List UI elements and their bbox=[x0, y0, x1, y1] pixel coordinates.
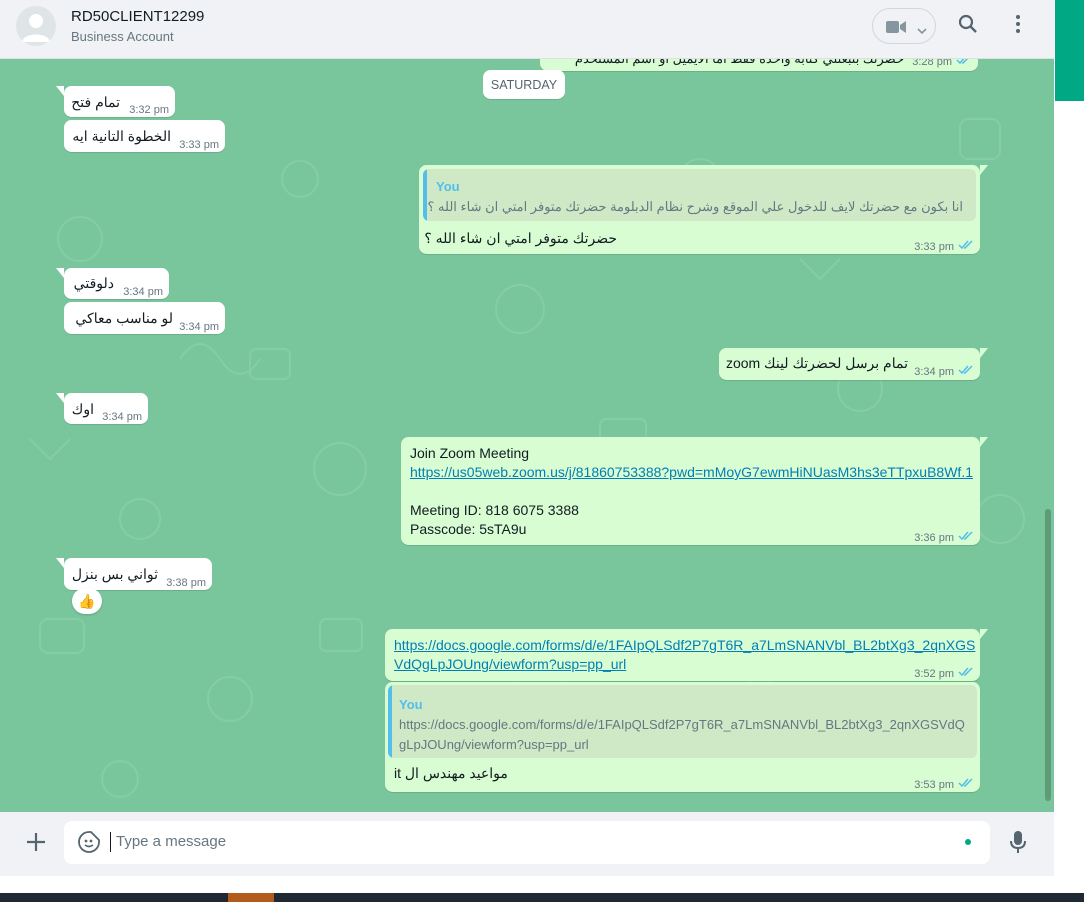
contact-name[interactable]: RD50CLIENT12299 bbox=[71, 8, 204, 25]
message-text: تمام فتح bbox=[71, 94, 120, 110]
thumbs-up-icon: 👍 bbox=[78, 592, 96, 609]
bubble-tail bbox=[56, 393, 64, 403]
message-text: الخطوة التانية ايه bbox=[72, 128, 171, 144]
bubble-tail bbox=[56, 558, 64, 568]
plus-icon bbox=[26, 832, 46, 857]
message-time: 3:28 pm bbox=[912, 59, 952, 68]
quote-text: https://docs.google.com/forms/d/e/1FAIpQ… bbox=[399, 717, 965, 732]
message-composer: Type a message bbox=[0, 812, 1054, 876]
message-time: 3:34 pm bbox=[123, 286, 163, 298]
avatar[interactable] bbox=[16, 6, 56, 46]
google-form-link-cont[interactable]: VdQgLpJOUng/viewform?usp=pp_url bbox=[394, 655, 626, 674]
message-time: 3:53 pm bbox=[914, 779, 954, 791]
message-text: تمام برسل لحضرتك لينك zoom bbox=[725, 355, 908, 371]
voice-record-button[interactable] bbox=[1002, 828, 1034, 860]
quote-text: انا بكون مع حضرتك لايف للدخول علي الموقع… bbox=[427, 199, 963, 214]
message-time: 3:32 pm bbox=[129, 104, 169, 116]
double-check-icon bbox=[958, 531, 973, 541]
message-outgoing-zoom-invite[interactable]: Join Zoom Meeting https://us05web.zoom.u… bbox=[401, 437, 988, 545]
message-outgoing-link[interactable]: https://docs.google.com/forms/d/e/1FAIpQ… bbox=[385, 629, 988, 681]
taskbar-item[interactable] bbox=[228, 893, 274, 902]
google-form-link[interactable]: https://docs.google.com/forms/d/e/1FAIpQ… bbox=[394, 636, 975, 655]
video-call-button[interactable] bbox=[872, 8, 936, 44]
double-check-icon bbox=[958, 240, 973, 250]
message-incoming[interactable]: اوك 3:34 pm bbox=[56, 393, 148, 424]
meeting-id: Meeting ID: 818 6075 3388 bbox=[410, 502, 579, 518]
message-time: 3:38 pm bbox=[166, 577, 206, 589]
message-time: 3:33 pm bbox=[914, 241, 954, 253]
more-vertical-icon bbox=[1015, 14, 1021, 39]
message-time: 3:34 pm bbox=[914, 366, 954, 378]
message-time: 3:34 pm bbox=[102, 411, 142, 423]
video-camera-icon bbox=[885, 19, 907, 40]
taskbar bbox=[0, 893, 1084, 902]
message-text: دلوقتي bbox=[73, 275, 114, 291]
quote-bar bbox=[423, 169, 427, 221]
background-window-edge bbox=[1055, 0, 1084, 101]
message-incoming[interactable]: لو مناسب معاكي 3:34 pm bbox=[64, 302, 225, 334]
message-incoming[interactable]: ثواني بس بنزل 3:38 pm bbox=[56, 558, 212, 590]
date-separator: SATURDAY bbox=[483, 70, 565, 99]
scrollbar-thumb[interactable] bbox=[1045, 509, 1051, 801]
bubble-tail bbox=[980, 437, 988, 447]
quote-text-cont: gLpJOUng/viewform?usp=pp_url bbox=[399, 737, 589, 752]
chat-header: RD50CLIENT12299 Business Account bbox=[0, 0, 1054, 59]
whatsapp-window: RD50CLIENT12299 Business Account 3:28 pm… bbox=[0, 0, 1054, 876]
message-incoming[interactable]: الخطوة التانية ايه 3:33 pm bbox=[64, 120, 225, 152]
zoom-meeting-link[interactable]: https://us05web.zoom.us/j/81860753388?pw… bbox=[410, 463, 973, 482]
sticker-icon[interactable] bbox=[78, 831, 100, 858]
bubble-tail bbox=[980, 165, 988, 175]
message-text: مواعيد مهندس ال it bbox=[394, 765, 508, 781]
message-text: ثواني بس بنزل bbox=[71, 566, 158, 582]
input-placeholder: Type a message bbox=[116, 833, 227, 850]
message-incoming[interactable]: دلوقتي 3:34 pm bbox=[56, 268, 169, 299]
quote-author: You bbox=[399, 697, 423, 712]
status-dot bbox=[965, 839, 971, 845]
quoted-message[interactable]: You انا بكون مع حضرتك لايف للدخول علي ال… bbox=[423, 169, 976, 221]
message-outgoing-reply[interactable]: You https://docs.google.com/forms/d/e/1F… bbox=[385, 682, 980, 792]
search-icon bbox=[958, 14, 978, 39]
double-check-icon bbox=[958, 667, 973, 677]
message-outgoing[interactable]: تمام برسل لحضرتك لينك zoom 3:34 pm bbox=[719, 348, 988, 380]
bubble-tail bbox=[980, 348, 988, 358]
message-partial[interactable]: حضرتك بتبعتلي كتابة واحدة فقط اما الايمي… bbox=[540, 59, 978, 71]
double-check-icon bbox=[958, 778, 973, 788]
double-check-icon bbox=[956, 59, 969, 65]
message-text: حضرتك بتبعتلي كتابة واحدة فقط اما الايمي… bbox=[575, 59, 904, 68]
message-list[interactable]: حضرتك بتبعتلي كتابة واحدة فقط اما الايمي… bbox=[0, 59, 1054, 812]
double-check-icon bbox=[958, 365, 973, 375]
message-time: 3:33 pm bbox=[179, 139, 219, 151]
message-outgoing-reply[interactable]: You انا بكون مع حضرتك لايف للدخول علي ال… bbox=[419, 165, 988, 254]
bubble-tail bbox=[56, 86, 64, 96]
quote-author: You bbox=[436, 179, 460, 194]
message-line: Join Zoom Meeting bbox=[410, 445, 530, 461]
microphone-icon bbox=[1010, 830, 1026, 859]
contact-subtitle: Business Account bbox=[71, 29, 174, 44]
quoted-message[interactable]: You https://docs.google.com/forms/d/e/1F… bbox=[388, 685, 977, 758]
bubble-tail bbox=[980, 629, 988, 639]
message-incoming[interactable]: تمام فتح 3:32 pm bbox=[56, 86, 175, 117]
text-caret bbox=[110, 832, 111, 852]
quote-bar bbox=[388, 685, 392, 758]
message-text: اوك bbox=[71, 401, 94, 417]
menu-button[interactable] bbox=[1002, 10, 1034, 42]
search-button[interactable] bbox=[952, 10, 984, 42]
reaction-badge[interactable]: 👍 bbox=[72, 588, 102, 614]
message-input[interactable]: Type a message bbox=[64, 821, 990, 864]
message-time: 3:36 pm bbox=[914, 532, 954, 544]
message-time: 3:34 pm bbox=[179, 321, 219, 333]
attach-button[interactable] bbox=[20, 828, 52, 860]
bubble-tail bbox=[56, 268, 64, 278]
message-text: لو مناسب معاكي bbox=[75, 310, 173, 326]
message-text: حضرتك متوفر امتي ان شاء الله ؟ bbox=[424, 230, 617, 246]
meeting-passcode: Passcode: 5sTA9u bbox=[410, 521, 527, 537]
chevron-down-icon bbox=[917, 22, 927, 40]
